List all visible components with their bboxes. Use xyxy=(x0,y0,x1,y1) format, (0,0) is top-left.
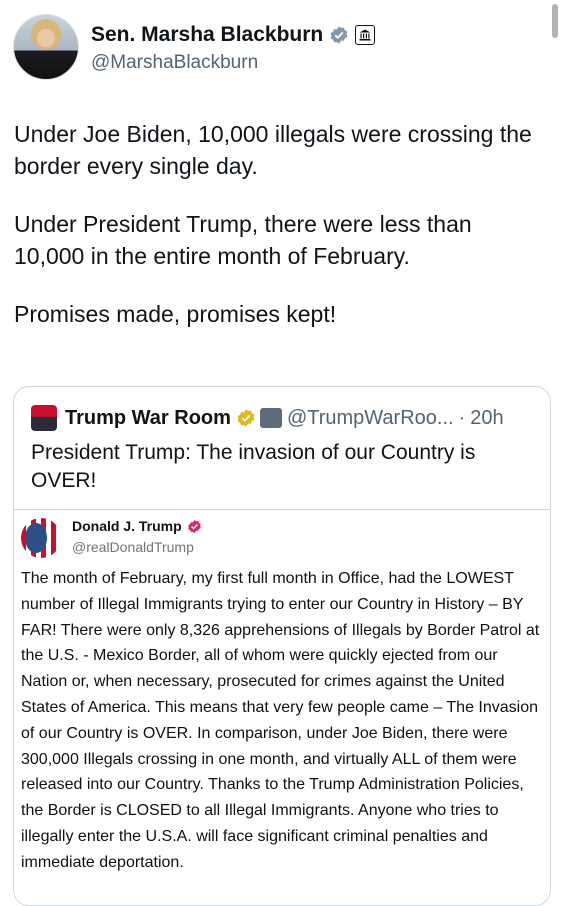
quoted-tweet-card[interactable]: Trump War Room @TrumpWarRoo... · 20h Pre… xyxy=(13,386,551,906)
scrollbar[interactable] xyxy=(552,4,558,38)
tweet-text: Under Joe Biden, 10,000 illegals were cr… xyxy=(14,118,544,356)
embedded-post-header: Donald J. Trump @realDonaldTrump xyxy=(21,518,202,558)
author-names: Sen. Marsha Blackburn @MarshaBlackburn xyxy=(91,20,376,74)
verified-badge-icon xyxy=(187,519,201,533)
tweet-paragraph-1: Under Joe Biden, 10,000 illegals were cr… xyxy=(14,121,532,179)
embedded-handle: @realDonaldTrump xyxy=(72,539,194,555)
quote-display-name[interactable]: Trump War Room xyxy=(65,407,231,430)
embedded-names: Donald J. Trump @realDonaldTrump xyxy=(72,518,202,555)
author-name-row: Sen. Marsha Blackburn xyxy=(91,20,376,50)
avatar[interactable] xyxy=(13,14,79,80)
quote-text: President Trump: The invasion of our Cou… xyxy=(31,441,476,492)
author-display-name[interactable]: Sen. Marsha Blackburn xyxy=(91,23,323,47)
verified-badge-icon xyxy=(330,26,348,44)
quote-separator: · xyxy=(458,406,466,429)
tweet-paragraph-3: Promises made, promises kept! xyxy=(14,301,337,327)
affiliation-icon xyxy=(259,408,282,428)
tweet-header: Sen. Marsha Blackburn @MarshaBlackburn xyxy=(13,14,376,80)
embedded-avatar xyxy=(21,518,61,558)
quote-time[interactable]: 20h xyxy=(470,407,503,430)
embedded-post-body: The month of February, my first full mon… xyxy=(21,570,540,871)
gold-verified-badge-icon xyxy=(237,409,255,427)
quote-header: Trump War Room @TrumpWarRoo... · 20h xyxy=(31,405,504,431)
embedded-post-image: Donald J. Trump @realDonaldTrump The mon… xyxy=(14,509,550,905)
embedded-name-row: Donald J. Trump xyxy=(72,518,202,534)
quote-handle[interactable]: @TrumpWarRoo... xyxy=(287,407,454,430)
embedded-display-name: Donald J. Trump xyxy=(72,518,182,534)
author-handle[interactable]: @MarshaBlackburn xyxy=(91,52,375,74)
quote-avatar[interactable] xyxy=(31,405,57,431)
government-building-icon xyxy=(355,25,376,45)
tweet-paragraph-2: Under President Trump, there were less t… xyxy=(14,211,472,269)
